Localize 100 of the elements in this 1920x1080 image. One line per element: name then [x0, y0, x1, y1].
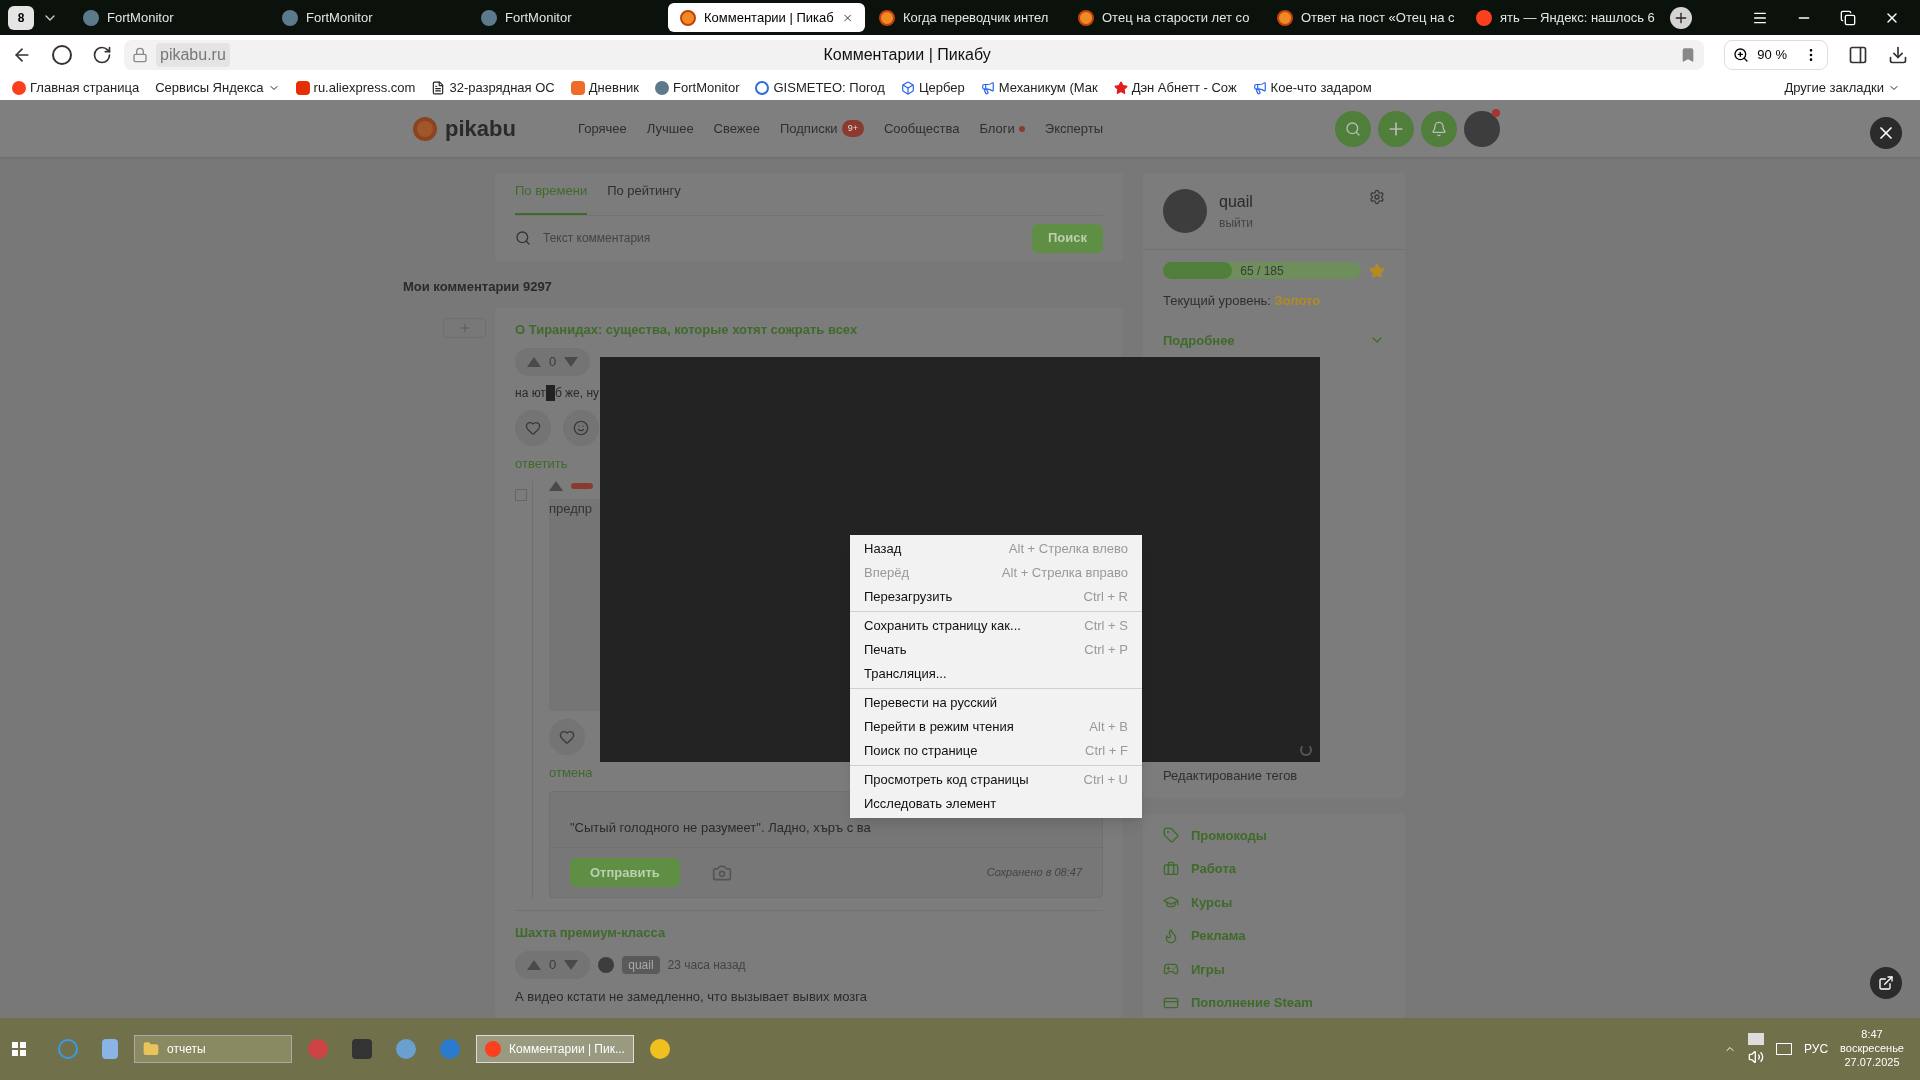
sidebar-icon[interactable]: [1848, 45, 1868, 65]
downvote-icon[interactable]: [564, 356, 579, 367]
nav-link[interactable]: Эксперты: [1044, 118, 1103, 139]
bookmark-link[interactable]: Главная страница: [12, 77, 140, 98]
address-field[interactable]: pikabu.ru Комментарии | Пикабу: [124, 40, 1705, 70]
browser-tab[interactable]: Отец на старости лет со: [1066, 3, 1263, 32]
windows-start-icon[interactable]: [12, 1042, 26, 1056]
app-icon[interactable]: [396, 1039, 416, 1059]
zoom-icon: [1733, 47, 1750, 63]
pikabu-logo-icon: [879, 9, 895, 26]
site-logo[interactable]: pikabu: [445, 112, 516, 145]
comment-text: А видео кстати не замедленно, что вызывает вывих мозга: [515, 987, 867, 1006]
bookmark-link[interactable]: Кое-что задаром: [1252, 77, 1372, 98]
upvote-icon[interactable]: [527, 356, 541, 367]
settings-icon[interactable]: [1369, 189, 1385, 205]
taskbar-window-button[interactable]: отчеты: [134, 1035, 292, 1063]
tag-icon: [1163, 827, 1179, 844]
briefcase-icon: [1163, 860, 1179, 877]
bookmark-link[interactable]: Сервисы Яндекса: [155, 77, 280, 98]
tab-count-badge[interactable]: 8: [8, 5, 34, 30]
search-icon: [1345, 120, 1361, 137]
context-menu-item[interactable]: Перевести на русский: [850, 691, 1142, 715]
smile-icon: [573, 419, 589, 436]
context-menu-item[interactable]: Перезагрузить Ctrl + R: [850, 585, 1142, 609]
browser-tab[interactable]: Когда переводчик интел: [867, 3, 1064, 32]
site-favicon-icon: [282, 9, 298, 26]
bookmark-link[interactable]: Цербер: [900, 77, 965, 98]
like-button[interactable]: [515, 409, 551, 446]
browser-tab[interactable]: FortMonitor: [71, 3, 268, 32]
clock[interactable]: 8:47 воскресенье 27.07.2025: [1840, 1028, 1904, 1070]
new-tab-button[interactable]: [1670, 6, 1692, 29]
context-menu-item[interactable]: Поиск по странице Ctrl + F: [850, 739, 1142, 763]
context-menu-item[interactable]: Просмотреть код страницы Ctrl + U: [850, 768, 1142, 792]
browser-tab[interactable]: ять — Яндекс: нашлось 6: [1464, 3, 1661, 32]
browser-tab[interactable]: Ответ на пост «Отец на с: [1265, 3, 1462, 32]
download-icon[interactable]: [1888, 45, 1908, 65]
downvote-icon[interactable]: [564, 959, 579, 970]
bookmark-link[interactable]: Механикум (Мак: [980, 77, 1098, 98]
comment-search-field[interactable]: Текст комментария: [543, 229, 1020, 247]
progress-reading: 65 / 185: [1239, 262, 1285, 279]
avatar-button[interactable]: [1464, 110, 1500, 147]
site-favicon-icon: [83, 9, 99, 26]
volume-icon[interactable]: [1748, 1049, 1765, 1065]
comment-time: 23 часа назад: [667, 956, 746, 974]
username[interactable]: quail: [1219, 190, 1357, 214]
nav-link[interactable]: Блоги: [979, 118, 1025, 139]
loading-spinner-icon: [1300, 744, 1312, 756]
comments-heading: Мои комментарии 9297: [403, 277, 552, 296]
emoji-button[interactable]: [563, 409, 599, 446]
shortcut-hint: Ctrl + R: [1083, 588, 1128, 607]
app-icon[interactable]: [650, 1039, 670, 1059]
bookmark-link[interactable]: Дэн Абнетт - Сож: [1113, 77, 1237, 98]
bookmark-link[interactable]: ru.aliexpress.com: [295, 77, 416, 98]
browser-tab[interactable]: Комментарии | Пикаб: [668, 3, 865, 32]
upvote-icon[interactable]: [549, 481, 563, 491]
reply-input[interactable]: "Сытый голодного не разумеет". Ладно, хъръ с ва: [570, 817, 1082, 837]
context-menu-item[interactable]: Печать Ctrl + P: [850, 638, 1142, 662]
rating-bar: [571, 483, 593, 489]
image-alt-text: предпр: [549, 500, 593, 518]
nav-link[interactable]: Лучшее: [646, 118, 694, 139]
yandex-logo-icon: [485, 1041, 501, 1057]
nav-link[interactable]: Сообщества: [883, 118, 960, 139]
search-button[interactable]: [1335, 110, 1371, 147]
tags-edit-link[interactable]: Редактирование тегов: [1163, 766, 1385, 786]
nav-link[interactable]: Горячее: [578, 118, 627, 139]
browser-tab[interactable]: FortMonitor: [469, 3, 666, 32]
upvote-icon[interactable]: [527, 959, 541, 970]
context-menu-item[interactable]: Сохранить страницу как... Ctrl + S: [850, 614, 1142, 638]
other-bookmarks-button[interactable]: Другие закладки: [1784, 77, 1908, 98]
search-icon: [515, 230, 531, 246]
bell-icon: [1431, 120, 1447, 137]
count-badge: 9+: [841, 119, 864, 138]
megaphone-icon: [1252, 80, 1267, 95]
flame-icon: [1163, 927, 1179, 944]
author-badge[interactable]: quail: [622, 955, 660, 974]
nav-link[interactable]: Свежее: [713, 118, 760, 139]
language-indicator[interactable]: РУС: [1804, 1040, 1829, 1058]
restore-icon[interactable]: [1840, 9, 1856, 26]
browser-tab[interactable]: FortMonitor: [270, 3, 467, 32]
external-link-button[interactable]: [1870, 967, 1902, 999]
sort-tab[interactable]: По рейтингу: [607, 181, 681, 215]
notifications-button[interactable]: [1421, 110, 1457, 147]
nav-link[interactable]: Подписки 9+: [780, 118, 864, 139]
page-title: Комментарии | Пикабу: [822, 45, 992, 65]
avatar[interactable]: [1163, 189, 1207, 233]
bookmark-link[interactable]: FortMonitor: [655, 77, 740, 98]
context-menu-item[interactable]: Трансляция...: [850, 662, 1142, 686]
shortcut-hint: Ctrl + S: [1084, 617, 1128, 636]
shortcut-hint: Alt + Стрелка вправо: [1001, 564, 1128, 583]
like-button[interactable]: [549, 719, 585, 755]
reload-icon[interactable]: [92, 45, 112, 65]
add-post-button[interactable]: [1378, 110, 1414, 147]
site-favicon-icon: [481, 9, 497, 26]
zoom-control[interactable]: 90 %: [1724, 40, 1828, 70]
context-menu-item[interactable]: Перейти в режим чтения Alt + B: [850, 715, 1142, 739]
bookmark-link[interactable]: 32-разрядная ОС: [431, 77, 555, 98]
bookmark-link[interactable]: GISMETEO: Погод: [755, 77, 885, 98]
context-menu-item[interactable]: Назад Alt + Стрелка влево: [850, 537, 1142, 561]
pikabu-logo-icon: [1078, 9, 1094, 26]
bookmark-link[interactable]: Дневник: [570, 77, 639, 98]
